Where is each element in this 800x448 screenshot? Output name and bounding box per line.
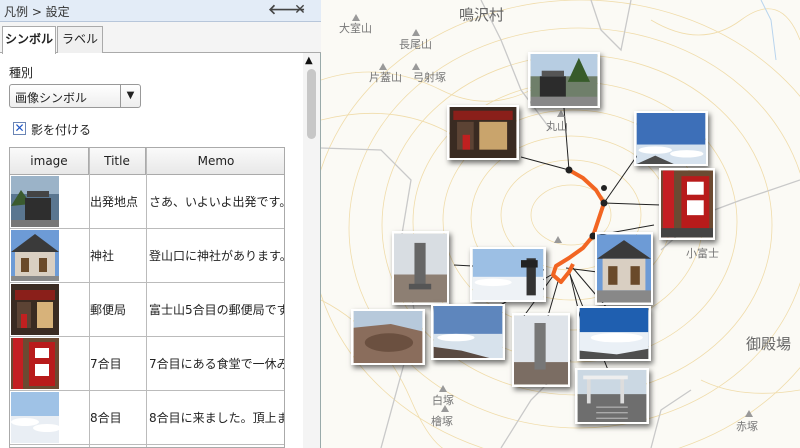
photo-symbol-post-office[interactable] xyxy=(447,105,519,160)
scroll-up-icon[interactable]: ▲ xyxy=(305,55,313,66)
table-row[interactable]: 8合目 8合目に来ました。頂上まで xyxy=(10,391,284,445)
row-memo: 7合目にある食堂で一休み。 xyxy=(149,357,284,371)
station8-photo-thumbnail xyxy=(11,392,59,443)
table-row[interactable]: 出発地点 さあ、いよいよ出発です。 xyxy=(10,175,285,229)
photo-symbol-start[interactable] xyxy=(528,52,600,108)
photo-symbol-sky[interactable] xyxy=(634,111,708,166)
type-select-value: 画像シンボル xyxy=(15,91,88,105)
table-row[interactable]: 神社 登山口に神社があります。 xyxy=(10,229,285,283)
type-label: 種別 xyxy=(9,66,34,80)
place-nagaoyama: 長尾山 xyxy=(399,38,432,51)
row-memo: 8合目に来ました。頂上まで xyxy=(149,411,284,425)
panel-title: 凡例 > 設定 xyxy=(4,5,70,19)
place-hinokizuka: 檜塚 xyxy=(431,415,453,428)
station7-photo-thumbnail xyxy=(11,338,59,389)
panel-titlebar: 凡例 > 設定 🡐 ✕ xyxy=(0,0,321,22)
scrollbar-thumb[interactable] xyxy=(307,69,316,139)
column-header-memo[interactable]: Memo xyxy=(146,148,284,175)
row-title: 7合目 xyxy=(90,357,122,371)
panel-scrollbar[interactable]: ▲ xyxy=(303,53,320,448)
shadow-checkbox-label: 影を付ける xyxy=(31,123,92,137)
photo-symbol-torii-stairs[interactable] xyxy=(575,368,649,424)
photo-symbol-summit-sign[interactable] xyxy=(470,247,546,302)
place-yumiitozuka: 弓射塚 xyxy=(413,71,446,84)
place-akazuka: 赤塚 xyxy=(736,420,758,433)
tab-label[interactable]: ラベル xyxy=(57,26,103,53)
photo-symbol-shrine[interactable] xyxy=(595,232,653,305)
place-narusawa: 鳴沢村 xyxy=(459,6,505,24)
shrine-photo-thumbnail xyxy=(11,230,59,281)
place-omuroyama: 大室山 xyxy=(339,22,372,35)
back-arrow-icon[interactable]: 🡐 xyxy=(268,1,306,19)
photo-symbol-clouds[interactable] xyxy=(431,304,505,360)
photo-symbol-marker-post[interactable] xyxy=(392,231,449,305)
tab-bar: シンボル ラベル xyxy=(0,22,321,54)
table-header: image Title Memo xyxy=(10,148,284,175)
photo-symbol-crater[interactable] xyxy=(351,309,425,365)
start-photo-thumbnail xyxy=(11,176,59,227)
row-memo: 富士山5合目の郵便局です。 xyxy=(149,303,285,317)
place-gotemba: 御殿場 xyxy=(746,335,792,353)
close-icon[interactable]: ✕ xyxy=(291,1,309,19)
photo-symbol-summit-post[interactable] xyxy=(512,313,570,387)
row-memo: さあ、いよいよ出発です。 xyxy=(149,195,285,209)
table-row[interactable]: 郵便局 富士山5合目の郵便局です。 xyxy=(10,283,285,337)
post-office-photo-thumbnail xyxy=(11,284,59,335)
column-header-title[interactable]: Title xyxy=(89,148,146,175)
place-shirozuka: 白塚 xyxy=(432,394,454,407)
photo-symbol-sea-of-clouds[interactable] xyxy=(577,306,651,361)
chevron-down-icon[interactable]: ▼ xyxy=(120,85,140,107)
legend-settings-panel: 凡例 > 設定 🡐 ✕ シンボル ラベル 種別 画像シンボル ▼ ✕ 影を付ける… xyxy=(0,0,321,448)
column-header-image[interactable]: image xyxy=(10,148,89,175)
symbol-table: image Title Memo 出発地点 さあ、いよいよ出発です。 神社 登山… xyxy=(9,147,285,448)
type-select[interactable]: 画像シンボル ▼ xyxy=(9,84,141,108)
tab-symbol[interactable]: シンボル xyxy=(2,26,56,54)
panel-body: 種別 画像シンボル ▼ ✕ 影を付ける image Title Memo 出発地… xyxy=(0,53,303,448)
place-katazumiyama: 片蓋山 xyxy=(369,71,402,84)
checkbox-checked-icon[interactable]: ✕ xyxy=(13,122,26,135)
row-title: 神社 xyxy=(90,249,115,263)
row-title: 8合目 xyxy=(90,411,122,425)
map-view[interactable]: 鳴沢村 大室山 長尾山 片蓋山 弓射塚 丸山 小富士 御殿場 白塚 檜塚 赤塚 xyxy=(321,0,800,448)
place-maruyama: 丸山 xyxy=(546,120,568,133)
place-kofuji: 小富士 xyxy=(686,247,719,260)
table-row[interactable]: 7合目 7合目にある食堂で一休み。 xyxy=(10,337,284,391)
row-title: 郵便局 xyxy=(90,303,127,317)
row-memo: 登山口に神社があります。 xyxy=(149,249,285,263)
photo-symbol-station7[interactable] xyxy=(659,168,715,240)
row-title: 出発地点 xyxy=(90,195,139,209)
